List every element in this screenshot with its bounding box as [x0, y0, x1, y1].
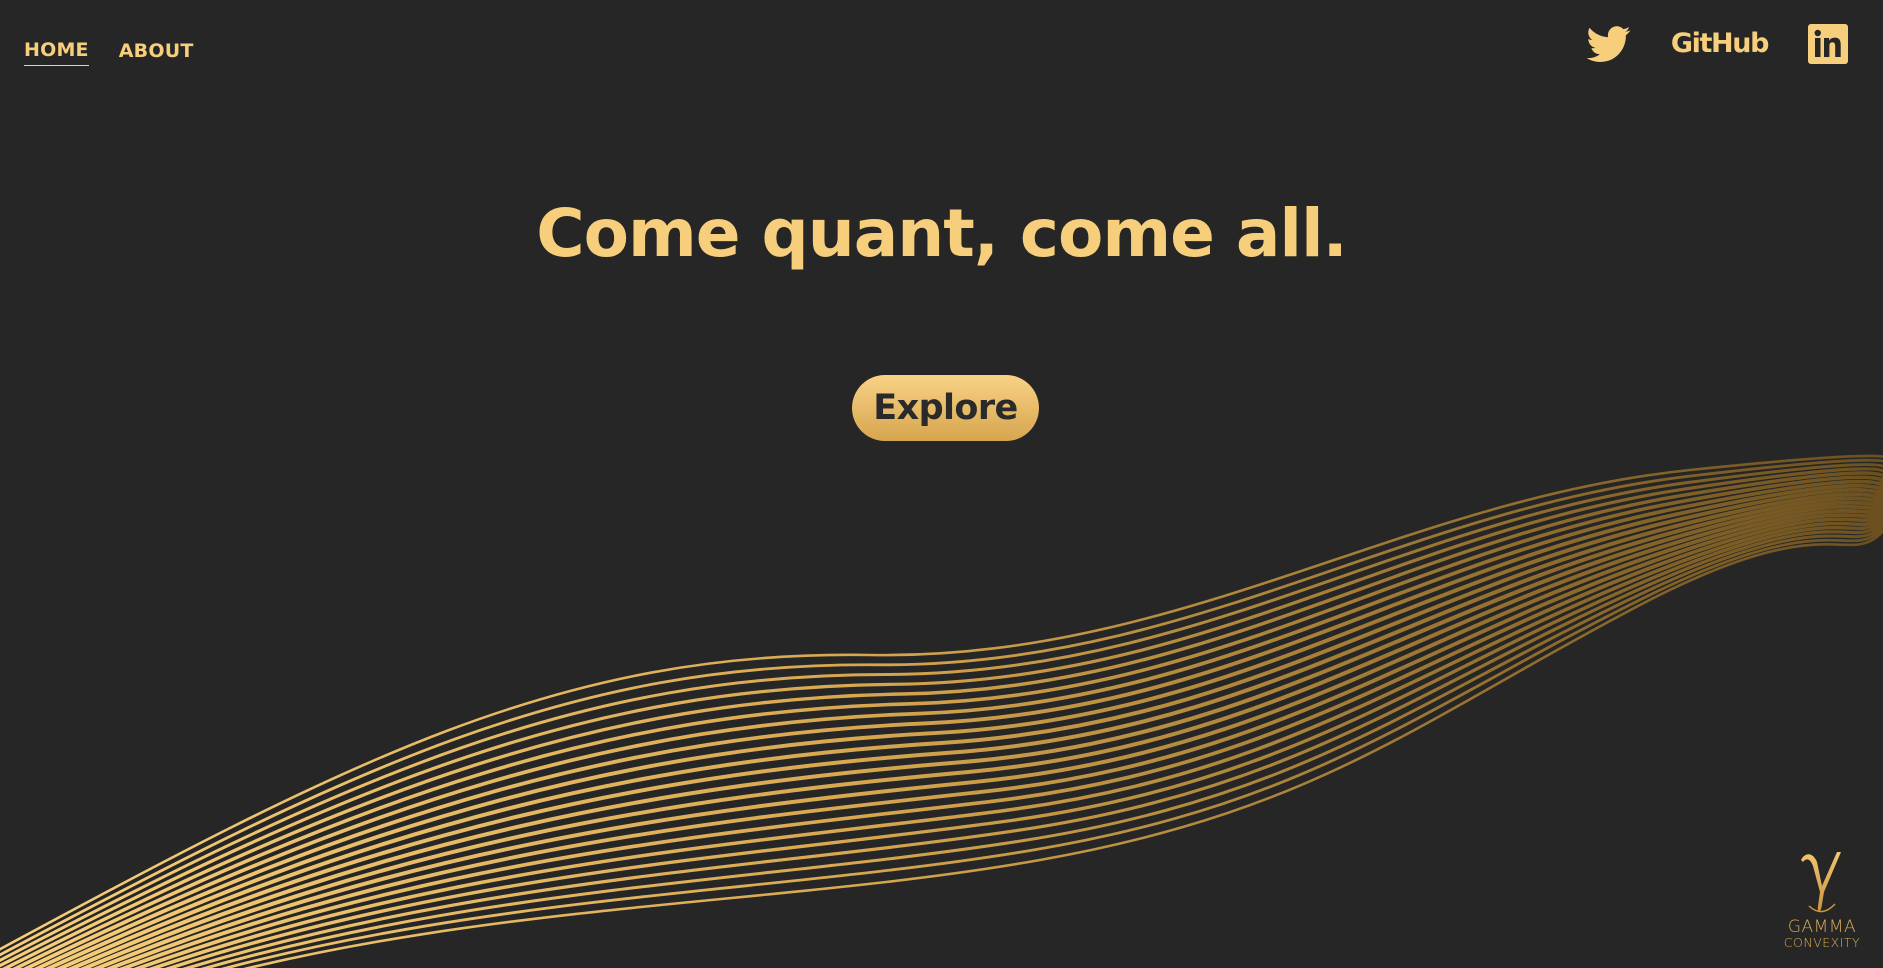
logo-wordmark-line1: GAMMA [1787, 917, 1857, 937]
logo-wordmark-line2: CONVEXITY [1783, 935, 1861, 950]
hero-title: Come quant, come all. [536, 195, 1347, 272]
wave-line [105, 502, 1883, 968]
wave-line [181, 519, 1883, 968]
github-link[interactable]: GitHub [1671, 22, 1769, 66]
social-links: GitHub [1586, 22, 1848, 66]
nav-home-link[interactable]: HOME [24, 38, 89, 66]
twitter-icon[interactable] [1586, 22, 1631, 66]
nav-about-link[interactable]: ABOUT [119, 39, 194, 66]
explore-button[interactable]: Explore [852, 375, 1039, 441]
linkedin-icon[interactable] [1808, 24, 1848, 64]
wave-line [67, 493, 1883, 968]
main-nav: HOME ABOUT [24, 38, 193, 66]
gamma-symbol-icon [1801, 852, 1841, 913]
gamma-convexity-logo: GAMMA CONVEXITY [1777, 848, 1867, 950]
wave-lines-background [0, 454, 1883, 968]
